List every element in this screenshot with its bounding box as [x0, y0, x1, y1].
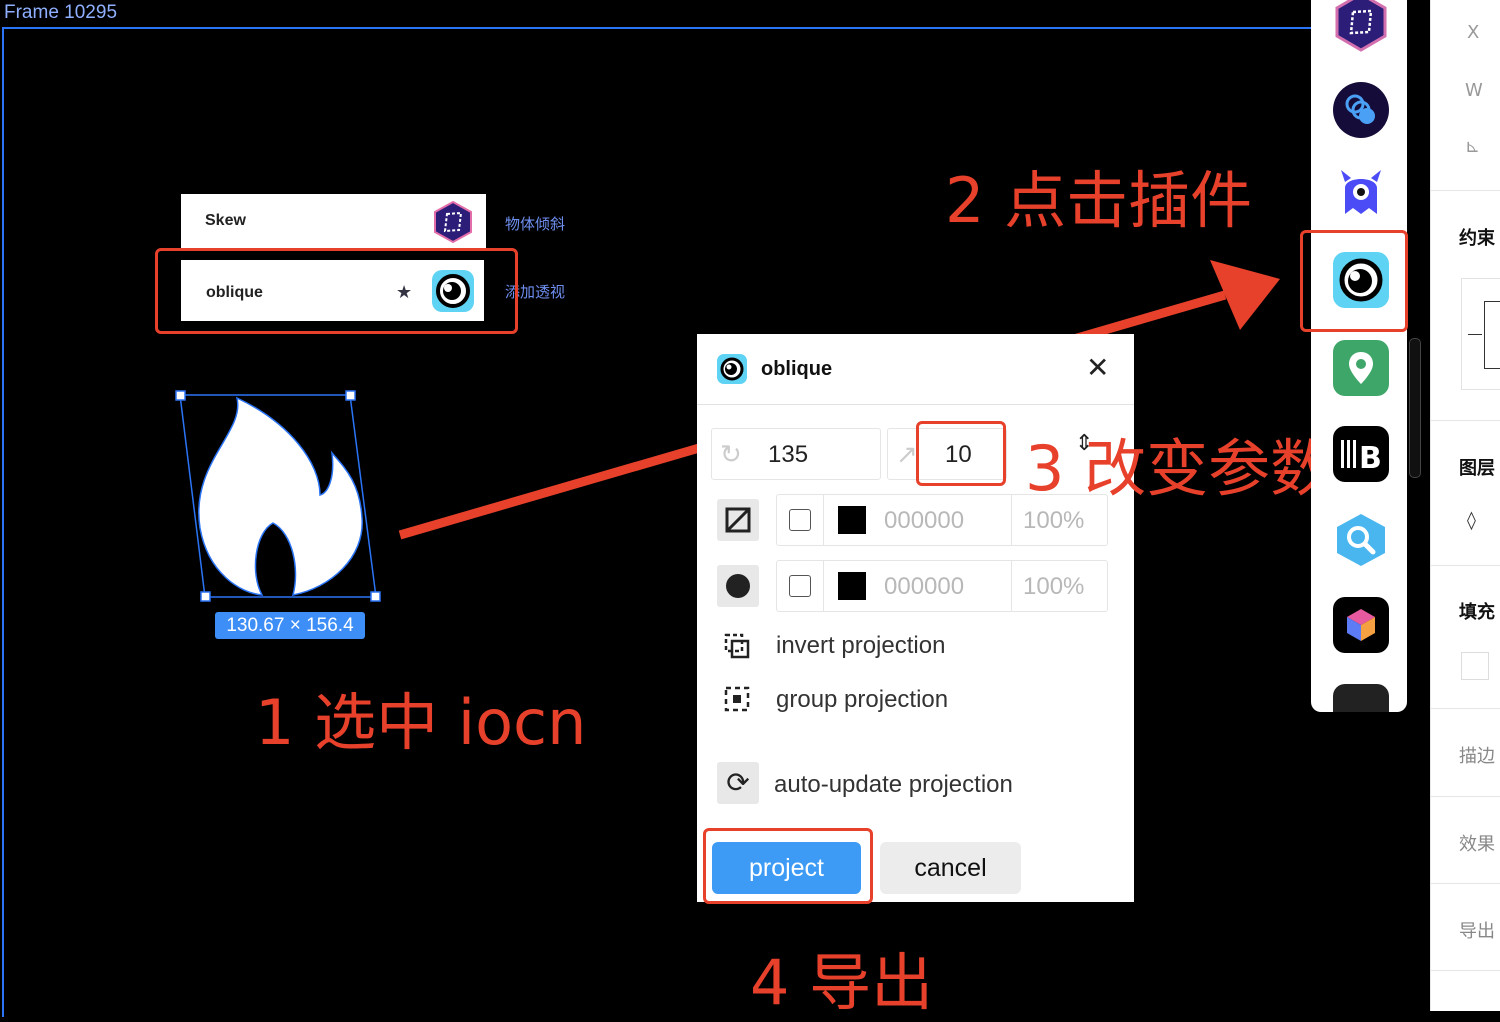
constraints-widget[interactable] — [1461, 278, 1500, 390]
annotation-step4: 4 导出 — [750, 946, 934, 1019]
x-label: X — [1467, 22, 1480, 43]
fill-heading: 填充 — [1459, 602, 1495, 623]
cube-icon[interactable] — [1333, 597, 1389, 653]
highlight-plugin-icon — [1300, 230, 1408, 332]
dialog-divider — [697, 404, 1134, 405]
plugin-bar: B — [1311, 0, 1407, 712]
w-label: W — [1465, 80, 1483, 101]
angle-label: ⊾ — [1465, 136, 1481, 157]
annotation-step2: 2 点击插件 — [945, 164, 1253, 237]
invert-icon — [723, 632, 751, 665]
export-heading[interactable]: 导出 — [1459, 917, 1495, 943]
map-pin-icon[interactable] — [1333, 340, 1389, 396]
stroke-checkbox[interactable] — [789, 575, 811, 597]
constraints-heading: 约束 — [1459, 228, 1495, 249]
option-group-projection[interactable]: group projection — [717, 678, 1117, 718]
skew-hex-icon[interactable] — [1333, 0, 1389, 56]
fill-swatch[interactable] — [838, 506, 866, 534]
plugin-item-skew[interactable]: Skew — [181, 194, 486, 248]
cancel-button[interactable]: cancel — [880, 842, 1021, 894]
skew-arrow-icon: ↗ — [896, 439, 918, 469]
opacity-drop-icon[interactable]: ◊ — [1467, 510, 1476, 531]
fill-checkbox[interactable] — [789, 509, 811, 531]
plugin-item-label: Skew — [205, 212, 246, 229]
close-icon[interactable]: ✕ — [1086, 354, 1109, 382]
annotation-step3: 3 改变参数 — [1025, 432, 1333, 505]
rotate-icon: ↻ — [720, 439, 742, 469]
rotation-input[interactable]: ↻ 135 — [711, 428, 881, 480]
fill-mode-icon[interactable] — [717, 499, 759, 541]
refresh-icon[interactable]: ⟳ — [717, 762, 759, 804]
search-hex-icon[interactable] — [1333, 512, 1389, 568]
rotation-value: 135 — [768, 441, 809, 468]
plugin-note: 物体倾斜 — [505, 215, 566, 233]
effects-heading[interactable]: 效果 — [1459, 830, 1495, 856]
group-icon — [723, 685, 751, 718]
stroke-color-hex: 000000 — [884, 573, 965, 600]
dialog-title: oblique — [761, 358, 833, 380]
option-label: auto-update projection — [774, 771, 1013, 798]
stroke-swatch[interactable] — [838, 572, 866, 600]
option-label: invert projection — [776, 632, 946, 659]
fill-color-hex: 000000 — [884, 507, 965, 534]
fill-opacity: 100% — [1023, 507, 1085, 534]
stroke-opacity: 100% — [1023, 573, 1085, 600]
barcode-b-icon[interactable]: B — [1333, 426, 1389, 482]
highlight-project-button — [703, 828, 873, 904]
stroke-color-field[interactable]: 000000 100% — [776, 560, 1108, 612]
scrollbar[interactable] — [1409, 338, 1421, 478]
skew-plugin-icon — [431, 200, 475, 249]
highlight-skew-input — [916, 421, 1006, 486]
option-invert-projection[interactable]: invert projection — [717, 624, 1117, 664]
selection-size-badge: 130.67 × 156.4 — [215, 612, 365, 639]
option-label: group projection — [776, 686, 949, 713]
blue-circles-icon[interactable] — [1333, 82, 1389, 138]
annotation-step1: 1 选中 iocn — [255, 686, 587, 759]
blue-monster-icon[interactable] — [1333, 166, 1389, 222]
option-auto-update[interactable]: ⟳ auto-update projection — [717, 762, 1117, 806]
fill-swatch-placeholder[interactable] — [1461, 652, 1489, 680]
frame-label[interactable]: Frame 10295 — [4, 2, 117, 24]
flame-icon-selection[interactable] — [170, 383, 390, 613]
svg-text:B: B — [1359, 441, 1382, 476]
partial-plugin-icon[interactable] — [1333, 682, 1389, 712]
oblique-logo-icon — [717, 354, 747, 389]
properties-panel: X W ⊾ 约束 图层 ◊ 填充 描边 效果 导出 — [1430, 0, 1500, 1011]
shape-mode-icon[interactable] — [717, 565, 759, 607]
stroke-heading[interactable]: 描边 — [1459, 742, 1495, 768]
layers-heading: 图层 — [1459, 458, 1495, 479]
